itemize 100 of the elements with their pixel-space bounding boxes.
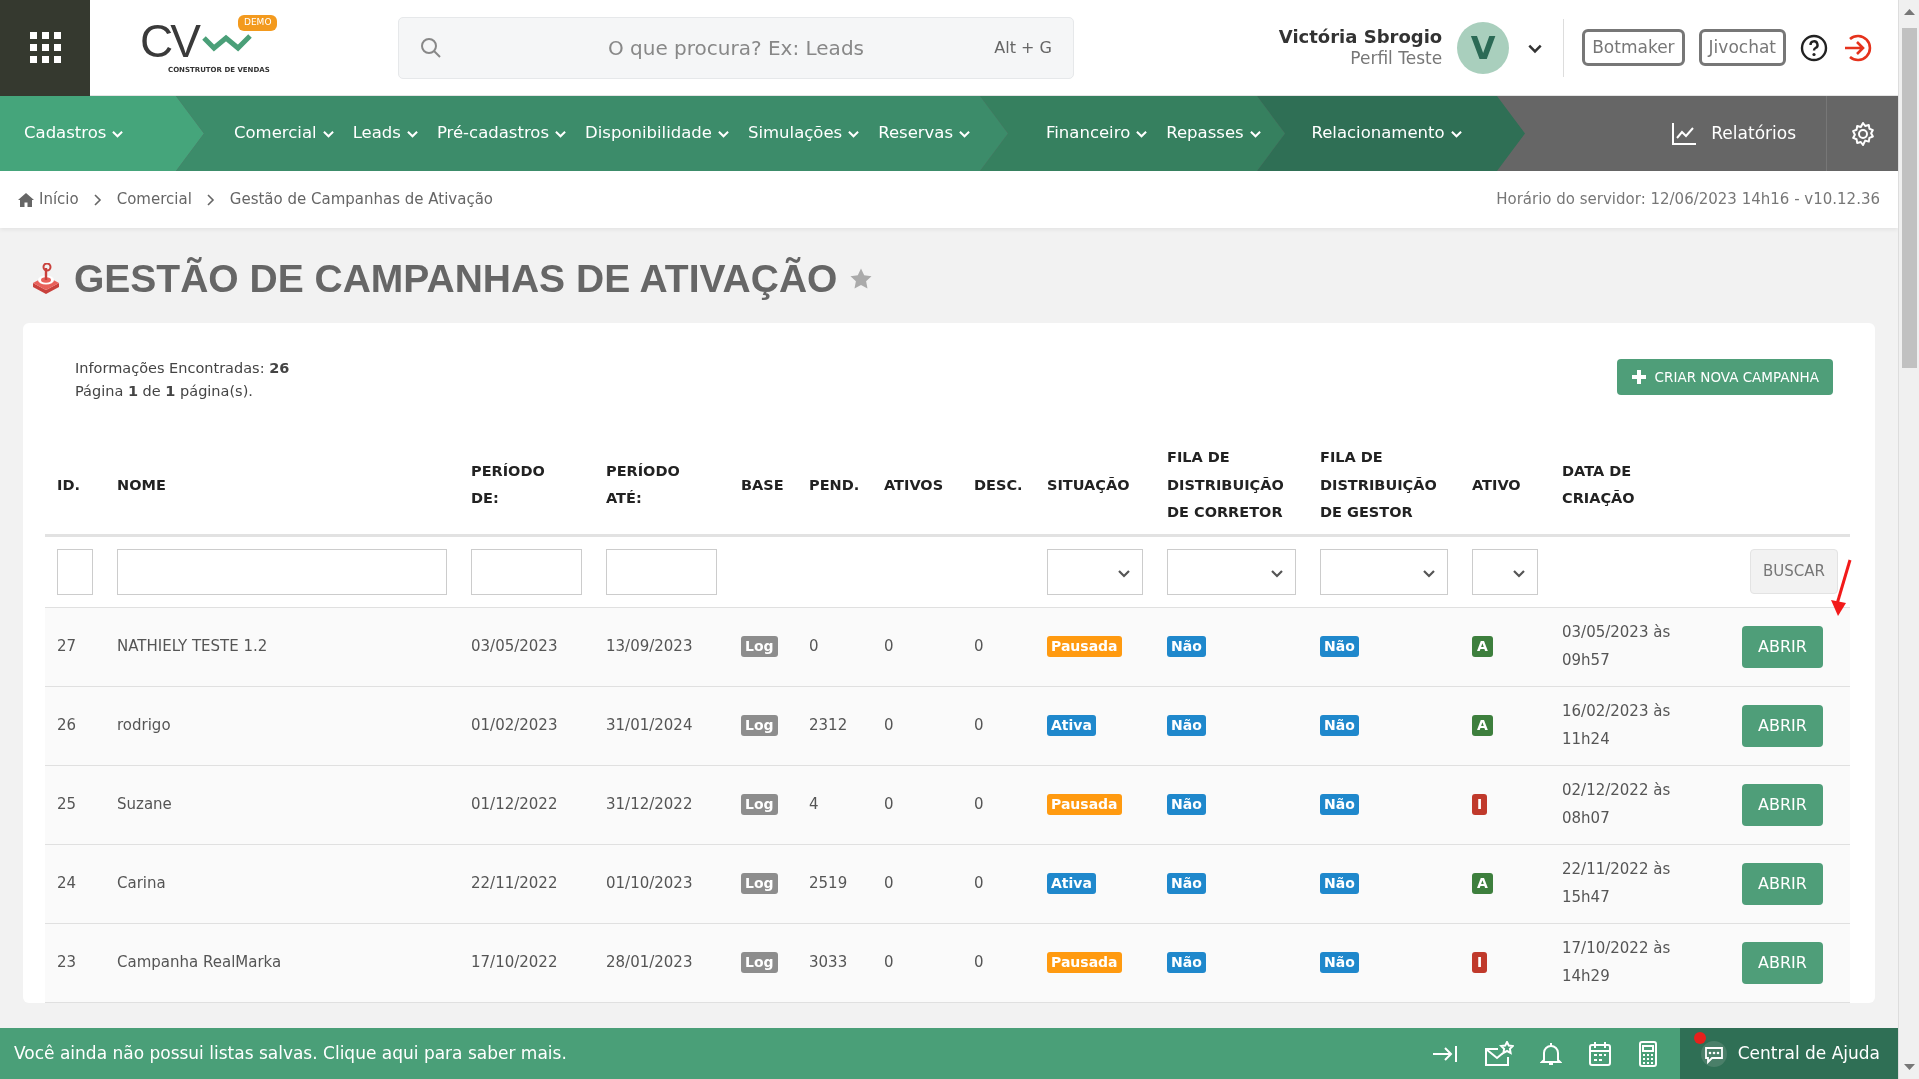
log-label[interactable]: Log: [741, 794, 778, 815]
status-label: Pausada: [1047, 636, 1122, 657]
table-cell-text: 22/11/2022 às 15h47: [1562, 858, 1672, 908]
table-cell: 2519: [797, 844, 872, 924]
nav-menu-item[interactable]: Repasses: [1166, 121, 1272, 146]
server-info: Horário do servidor: 12/06/2023 14h16 - v10.12.36: [1496, 189, 1880, 211]
nav-menu-item[interactable]: Financeiro: [1046, 121, 1159, 146]
mail-star-icon[interactable]: [1483, 1040, 1514, 1067]
filter-input[interactable]: [57, 548, 93, 595]
chat-bubble-icon: [1699, 1039, 1728, 1068]
table-cell: 0: [962, 844, 1035, 924]
table-cell: 0: [872, 686, 962, 766]
scrollbar-thumb[interactable]: [1902, 28, 1917, 368]
column-header: ATIVOS: [884, 475, 945, 495]
arrow-to-line-icon[interactable]: [1431, 1043, 1458, 1064]
page-title: GESTÃO DE CAMPANHAS DE ATIVAÇÃO: [74, 256, 838, 302]
grid-menu-icon: [29, 32, 61, 63]
nav-menu-item[interactable]: Cadastros: [24, 121, 135, 146]
column-header: ID.: [57, 475, 81, 495]
saved-lists-message[interactable]: Você ainda não possui listas salvas. Clique aqui para saber mais.: [0, 1040, 567, 1067]
table-cell: 22/11/2022: [459, 844, 594, 924]
table-cell: Suzane: [105, 765, 459, 845]
queue-label: Não: [1320, 952, 1359, 973]
open-button[interactable]: ABRIR: [1742, 862, 1823, 905]
annotation-arrow: [1830, 558, 1854, 618]
home-icon: [18, 192, 34, 207]
scroll-down-icon[interactable]: [1904, 1063, 1915, 1071]
table-cell: Campanha RealMarka: [105, 923, 459, 1003]
calculator-icon[interactable]: [1637, 1040, 1658, 1067]
line-chart-icon: [1671, 121, 1698, 146]
chevron-down-icon: [321, 128, 335, 139]
table-cell: 17/10/2022: [459, 923, 594, 1003]
table-cell: 0: [872, 923, 962, 1003]
table-cell: rodrigo: [105, 686, 459, 766]
open-button[interactable]: ABRIR: [1742, 783, 1823, 826]
help-center-button[interactable]: Central de Ajuda: [1679, 1028, 1898, 1079]
queue-label: Não: [1320, 715, 1359, 736]
table-cell: Carina: [105, 844, 459, 924]
column-header: PERÍODO ATÉ:: [606, 461, 681, 509]
integration-button[interactable]: Botmaker: [1582, 29, 1685, 66]
table-cell: 0: [872, 607, 962, 687]
table-cell: 0: [962, 923, 1035, 1003]
log-label[interactable]: Log: [741, 715, 778, 736]
column-header: BASE: [741, 475, 785, 495]
user-name: Victória Sbrogio: [1278, 25, 1443, 49]
active-flag: A: [1472, 636, 1493, 657]
help-icon[interactable]: [1800, 33, 1828, 62]
chevron-down-icon: [1449, 128, 1463, 139]
table-cell: 13/09/2023: [594, 607, 729, 687]
chevron-down-icon: [111, 128, 125, 139]
column-header: PERÍODO DE:: [471, 461, 546, 509]
open-button[interactable]: ABRIR: [1742, 704, 1823, 747]
plus-icon: [1630, 368, 1647, 385]
breadcrumb-link[interactable]: Início: [18, 188, 79, 211]
chevron-down-icon: [958, 128, 972, 139]
scroll-up-icon[interactable]: [1904, 8, 1915, 16]
scrollbar[interactable]: [1898, 0, 1919, 1079]
table-cell: 31/01/2024: [594, 686, 729, 766]
nav-menu-item[interactable]: Reservas: [878, 121, 982, 146]
settings-icon: [1849, 120, 1876, 147]
integration-button[interactable]: Jivochat: [1698, 29, 1786, 66]
apps-menu-button[interactable]: [0, 0, 90, 96]
chevron-down-icon: [847, 128, 861, 139]
log-label[interactable]: Log: [741, 873, 778, 894]
column-header: DESC.: [974, 475, 1023, 495]
table-cell: 03/05/2023: [459, 607, 594, 687]
table-cell: 28/01/2023: [594, 923, 729, 1003]
queue-label: Não: [1167, 873, 1206, 894]
table-cell: 26: [45, 686, 105, 766]
filter-input[interactable]: [471, 548, 582, 595]
column-header: SITUAÇÃO: [1047, 475, 1131, 495]
filter-input[interactable]: [117, 548, 447, 595]
nav-menu-item[interactable]: Comercial: [234, 121, 345, 146]
column-header: NOME: [117, 475, 167, 495]
chevron-right-icon: [92, 192, 103, 207]
search-button[interactable]: BUSCAR: [1750, 549, 1838, 594]
nav-menu-item[interactable]: Leads: [352, 121, 429, 146]
create-campaign-button[interactable]: CRIAR NOVA CAMPANHA: [1616, 358, 1833, 396]
filter-input[interactable]: [606, 548, 717, 595]
nav-menu-item[interactable]: Pré-cadastros: [436, 121, 577, 146]
nav-menu-item[interactable]: Disponibilidade: [585, 121, 740, 146]
log-label[interactable]: Log: [741, 952, 778, 973]
notification-dot: [1693, 1032, 1706, 1044]
user-avatar[interactable]: V: [1457, 21, 1510, 74]
calendar-icon[interactable]: [1587, 1040, 1612, 1067]
bell-icon[interactable]: [1539, 1041, 1562, 1066]
breadcrumb-link[interactable]: Comercial: [116, 188, 192, 211]
nav-menu-item[interactable]: Simulações: [747, 121, 871, 146]
user-profile: Perfil Teste: [1349, 48, 1443, 70]
chevron-down-icon: [1248, 128, 1262, 139]
open-button[interactable]: ABRIR: [1742, 941, 1823, 984]
queue-label: Não: [1167, 794, 1206, 815]
search-icon: [420, 36, 442, 59]
table-cell: 01/02/2023: [459, 686, 594, 766]
open-button[interactable]: ABRIR: [1742, 625, 1823, 668]
table-cell: 0: [872, 765, 962, 845]
log-label[interactable]: Log: [741, 636, 778, 657]
queue-label: Não: [1167, 715, 1206, 736]
reports-link[interactable]: Relatórios: [1641, 96, 1826, 171]
column-header: FILA DE DISTRIBUIÇÃO DE GESTOR: [1320, 448, 1438, 523]
